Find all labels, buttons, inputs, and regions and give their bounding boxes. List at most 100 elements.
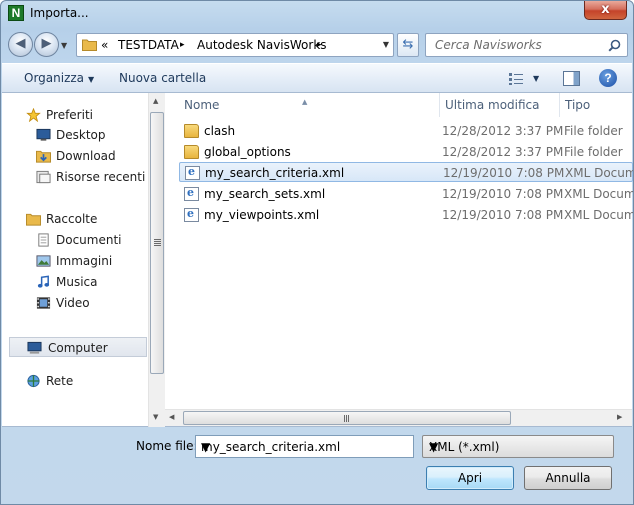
nav-label: Musica: [56, 275, 98, 289]
close-button[interactable]: x: [584, 1, 627, 20]
column-header-type[interactable]: Tipo: [560, 93, 632, 117]
file-row-my-viewpoints[interactable]: my_viewpoints.xml 12/19/2010 7:08 PM XML…: [179, 205, 633, 225]
back-button[interactable]: ◀: [8, 32, 33, 57]
column-type-label: Tipo: [565, 98, 591, 112]
grip-line: [154, 245, 161, 246]
address-bar[interactable]: « TESTDATA ▸ Autodesk NavisWorks ▸ ▼: [76, 33, 394, 57]
navisworks-app-icon: N: [8, 5, 24, 21]
file-modified: 12/19/2010 7:08 PM: [442, 208, 564, 222]
scroll-down-icon[interactable]: ▼: [153, 413, 158, 421]
refresh-button[interactable]: ⇆: [397, 33, 419, 57]
nav-item-documenti[interactable]: Documenti: [2, 230, 147, 250]
search-icon[interactable]: [608, 39, 621, 52]
column-header-modified[interactable]: Ultima modifica: [440, 93, 559, 117]
recent-locations-dropdown[interactable]: ▼: [61, 41, 67, 50]
nav-item-risorse-recenti[interactable]: Risorse recenti: [2, 167, 147, 187]
open-button[interactable]: Apri: [426, 466, 514, 490]
libraries-icon: [26, 213, 41, 226]
nav-label: Documenti: [56, 233, 122, 247]
nav-item-musica[interactable]: Musica: [2, 272, 147, 292]
scroll-left-icon[interactable]: ◀: [169, 413, 174, 421]
nav-label: Immagini: [56, 254, 113, 268]
browser-area: Preferiti Desktop Download Risorse recen…: [2, 93, 633, 427]
file-name: clash: [204, 124, 236, 138]
breadcrumb-separator-end[interactable]: ▸: [317, 40, 322, 50]
cancel-button[interactable]: Annulla: [524, 466, 612, 490]
preview-pane-icon[interactable]: [563, 71, 580, 86]
video-icon: [36, 297, 51, 309]
horizontal-scroll-thumb[interactable]: [183, 411, 511, 425]
column-name-label: Nome: [184, 98, 220, 112]
file-row-clash[interactable]: clash 12/28/2012 3:37 PM File folder: [179, 121, 633, 141]
grip-line: [346, 415, 347, 422]
file-row-my-search-sets[interactable]: my_search_sets.xml 12/19/2010 7:08 PM XM…: [179, 184, 633, 204]
file-list-pane: Nome ▲ Ultima modifica Tipo clash 12/28/…: [165, 93, 633, 427]
window-title: Importa...: [30, 6, 89, 20]
nav-label: Computer: [48, 341, 108, 355]
column-header-name[interactable]: Nome ▲: [165, 93, 439, 117]
nav-label: Download: [56, 149, 116, 163]
organize-button[interactable]: Organizza ▼: [24, 71, 94, 85]
new-folder-button[interactable]: Nuova cartella: [119, 71, 206, 85]
scroll-up-icon[interactable]: ▲: [153, 97, 158, 105]
file-type: XML Docum: [564, 208, 634, 222]
breadcrumb-separator[interactable]: ▸: [180, 40, 185, 50]
nav-pane-scrollbar[interactable]: ▲ ▼: [148, 93, 165, 427]
forward-button[interactable]: ▶: [34, 32, 59, 57]
organize-caret-icon: ▼: [88, 75, 95, 84]
nav-item-raccolte[interactable]: Raccolte: [2, 209, 147, 229]
file-list-horizontal-scrollbar[interactable]: ◀ ▶: [165, 409, 632, 426]
pictures-icon: [36, 255, 51, 267]
file-type: XML Docum: [565, 166, 634, 180]
command-toolbar: Organizza ▼ Nuova cartella ▼ ?: [2, 63, 632, 93]
file-modified: 12/19/2010 7:08 PM: [443, 166, 565, 180]
file-name: my_search_criteria.xml: [205, 166, 345, 180]
file-name: my_search_sets.xml: [204, 187, 326, 201]
nav-label: Preferiti: [46, 108, 93, 122]
folder-icon: [184, 145, 199, 159]
nav-item-rete[interactable]: Rete: [2, 371, 147, 391]
music-icon: [37, 275, 50, 288]
file-modified: 12/28/2012 3:37 PM: [442, 145, 564, 159]
filename-dropdown-icon[interactable]: ▼: [201, 440, 408, 454]
grip-line: [344, 415, 345, 422]
download-folder-icon: [36, 150, 51, 163]
grip-line: [154, 239, 161, 240]
file-row-my-search-criteria[interactable]: my_search_criteria.xml 12/19/2010 7:08 P…: [179, 162, 633, 182]
filename-field[interactable]: my_search_criteria.xml ▼: [195, 435, 414, 458]
search-input[interactable]: Cerca Navisworks: [425, 33, 628, 57]
nav-item-immagini[interactable]: Immagini: [2, 251, 147, 271]
nav-item-preferiti[interactable]: Preferiti: [2, 105, 147, 125]
address-dropdown-icon[interactable]: ▼: [383, 40, 389, 49]
documents-icon: [38, 233, 49, 247]
nav-label: Desktop: [56, 128, 106, 142]
refresh-icon: ⇆: [402, 37, 414, 52]
xml-document-icon: [184, 186, 199, 201]
breadcrumb-overflow[interactable]: «: [101, 38, 108, 52]
nav-item-desktop[interactable]: Desktop: [2, 125, 147, 145]
breadcrumb-autodesk-navisworks[interactable]: Autodesk NavisWorks: [197, 38, 327, 52]
nav-item-video[interactable]: Video: [2, 293, 147, 313]
file-type-select[interactable]: XML (*.xml) ▼: [422, 435, 614, 458]
breadcrumb-testdata[interactable]: TESTDATA: [118, 38, 179, 52]
network-icon: [27, 374, 40, 388]
views-dropdown-icon[interactable]: ▼: [533, 74, 539, 83]
organize-label: Organizza: [24, 71, 85, 85]
folder-icon: [184, 124, 199, 138]
file-row-global-options[interactable]: global_options 12/28/2012 3:37 PM File f…: [179, 142, 633, 162]
back-arrow-icon: ◀: [15, 36, 26, 51]
scroll-right-icon[interactable]: ▶: [617, 413, 622, 421]
recent-places-icon: [36, 170, 51, 184]
file-modified: 12/28/2012 3:37 PM: [442, 124, 564, 138]
help-icon[interactable]: ?: [599, 69, 617, 87]
file-type: File folder: [564, 124, 623, 138]
views-icon[interactable]: [508, 72, 524, 86]
file-name: global_options: [204, 145, 291, 159]
grip-line: [154, 243, 161, 244]
nav-item-download[interactable]: Download: [2, 146, 147, 166]
computer-icon: [27, 341, 42, 354]
nav-item-computer[interactable]: Computer: [9, 337, 147, 357]
file-type: XML Docum: [564, 187, 634, 201]
grip-line: [154, 241, 161, 242]
nav-pane-scroll-thumb[interactable]: [150, 112, 164, 374]
